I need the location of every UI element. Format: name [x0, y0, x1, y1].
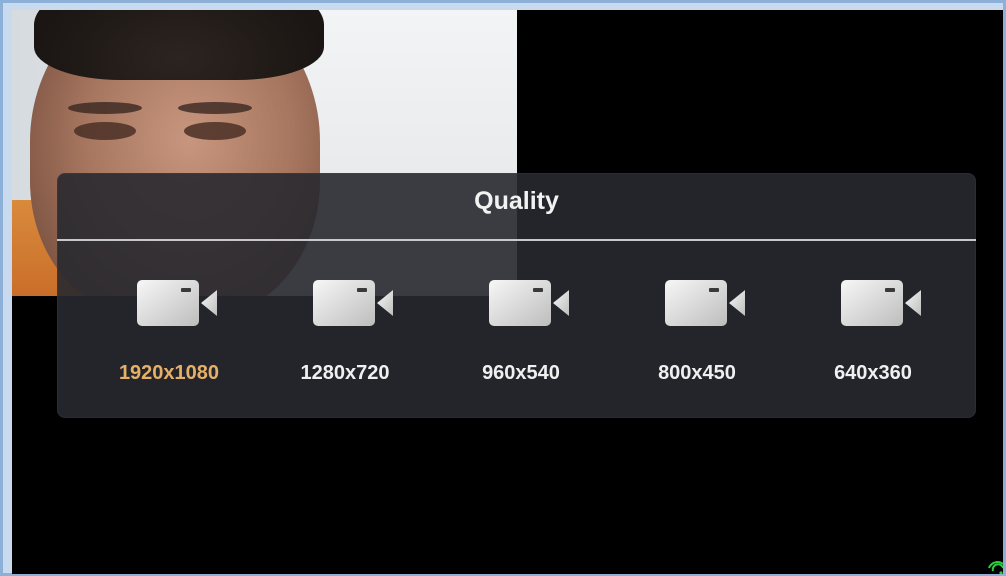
quality-option-800x450[interactable]: 800x450: [627, 278, 767, 393]
window-frame: Quality 1920x1080 1280x720 960x540 800x4…: [0, 0, 1006, 576]
quality-title: Quality: [474, 187, 559, 215]
quality-option-label: 800x450: [658, 362, 736, 384]
video-camera-icon: [137, 280, 217, 326]
person-hair: [34, 10, 324, 80]
title-divider: [57, 239, 976, 241]
left-brow: [68, 102, 142, 114]
video-camera-icon: [489, 280, 569, 326]
quality-option-960x540[interactable]: 960x540: [451, 278, 591, 393]
quality-option-label: 1920x1080: [118, 362, 220, 384]
wifi-signal-icon: [988, 561, 1003, 574]
quality-option-1920x1080[interactable]: 1920x1080: [99, 278, 239, 393]
quality-option-label: 960x540: [482, 362, 560, 384]
video-camera-icon: [313, 280, 393, 326]
quality-option-label: 1280x720: [300, 362, 390, 384]
quality-option-640x360[interactable]: 640x360: [803, 278, 943, 393]
left-eye: [74, 122, 136, 140]
right-eye: [184, 122, 246, 140]
video-camera-icon: [841, 280, 921, 326]
video-call-screen: Quality 1920x1080 1280x720 960x540 800x4…: [12, 10, 1003, 574]
quality-panel: Quality 1920x1080 1280x720 960x540 800x4…: [57, 173, 976, 418]
quality-option-1280x720[interactable]: 1280x720: [275, 278, 415, 393]
quality-option-label: 640x360: [834, 362, 912, 384]
video-camera-icon: [665, 280, 745, 326]
right-brow: [178, 102, 252, 114]
